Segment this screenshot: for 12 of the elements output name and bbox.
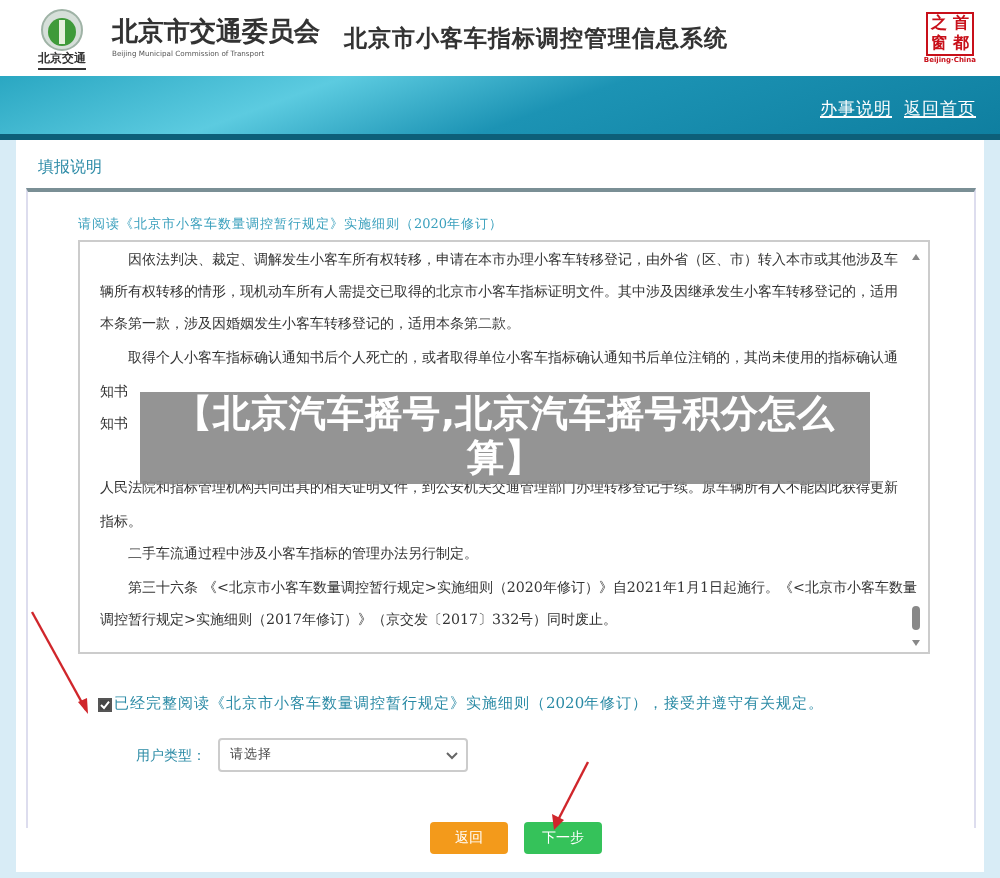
chevron-icon <box>446 751 458 759</box>
agreement-checkbox[interactable] <box>98 697 112 711</box>
section-title: 填报说明 <box>36 156 104 178</box>
system-title: 北京市小客车指标调控管理信息系统 <box>344 23 728 53</box>
annotation-arrow <box>28 610 92 718</box>
annotation-arrow <box>550 760 590 832</box>
organization-name: 北京市交通委员会 <box>112 17 320 47</box>
commission-logo-icon <box>40 7 84 51</box>
nav-link[interactable]: 办事说明 <box>820 98 892 122</box>
article-title-banner: 【北京汽车摇号,北京汽车摇号积分怎么算】 <box>140 392 870 484</box>
nav-link[interactable]: 返回首页 <box>904 98 976 122</box>
seal-logo: 之 首 窗 都 <box>925 12 974 56</box>
